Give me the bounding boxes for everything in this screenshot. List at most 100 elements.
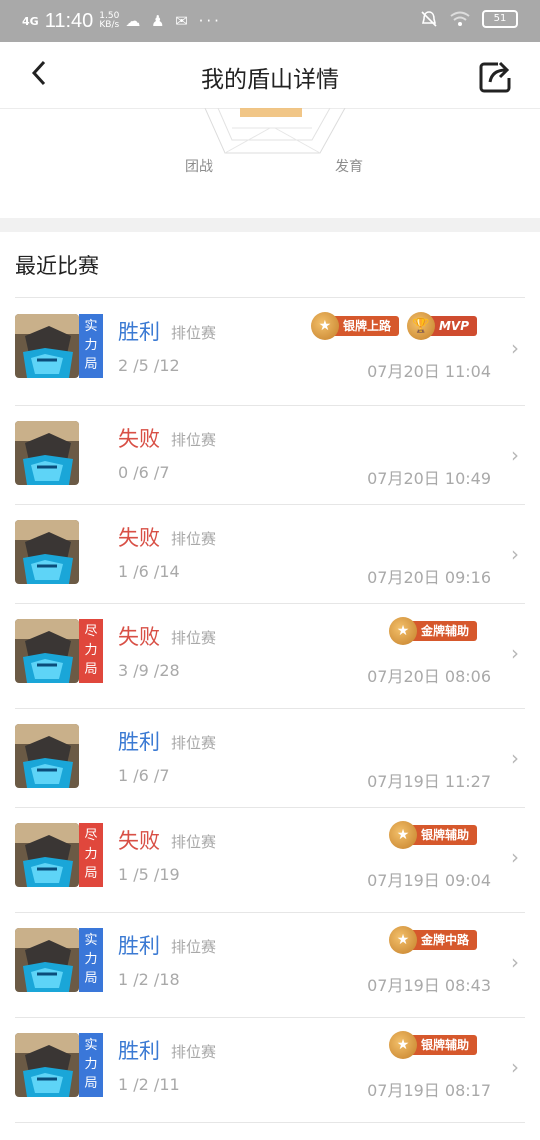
match-mode: 排位赛 (171, 833, 217, 851)
badges: ★ 银牌辅助 (388, 1031, 477, 1059)
chevron-right-icon: › (511, 443, 519, 467)
match-result: 失败 (118, 427, 160, 451)
match-row[interactable]: 尽力局失败 排位赛 1 /5 /19 07月19日 09:04 › ★ 银牌辅助 (15, 807, 525, 913)
match-mode: 排位赛 (171, 431, 217, 449)
match-time: 07月20日 10:49 (367, 469, 491, 488)
kda: 0 /6 /7 (118, 463, 170, 482)
badges: ★ 银牌辅助 (388, 821, 477, 849)
network-speed: 1.50 KB/s (99, 11, 120, 30)
wifi-icon (450, 11, 470, 26)
match-time: 07月20日 08:06 (367, 667, 491, 686)
medal-badge: ★ 银牌辅助 (388, 821, 477, 849)
star-medal-icon: ★ (388, 617, 417, 645)
chevron-right-icon: › (511, 845, 519, 869)
star-medal-icon: ★ (388, 926, 417, 954)
badge-label: 银牌辅助 (410, 825, 477, 845)
match-row[interactable]: 失败 排位赛 0 /6 /7 07月20日 10:49 › (15, 405, 525, 505)
match-tag: 尽力局 (79, 823, 103, 887)
match-time: 07月19日 08:17 (367, 1081, 491, 1100)
battery-indicator: 51 (482, 10, 518, 28)
star-medal-icon: ★ (388, 1031, 417, 1059)
chevron-right-icon: › (511, 1055, 519, 1079)
trophy-icon: 🏆 (406, 312, 435, 340)
hero-avatar (15, 619, 79, 683)
kda: 1 /5 /19 (118, 865, 180, 884)
match-time: 07月20日 11:04 (367, 362, 491, 381)
badge-label: 银牌上路 (332, 316, 399, 336)
match-row[interactable]: 失败 排位赛 1 /6 /14 07月20日 09:16 › (15, 504, 525, 604)
match-row[interactable]: 实力局胜利 排位赛 1 /2 /11 07月19日 08:17 › ★ 银牌辅助 (15, 1017, 525, 1123)
match-mode: 排位赛 (171, 324, 217, 342)
match-result: 失败 (118, 526, 160, 550)
clock: 11:40 (44, 9, 94, 32)
match-mode: 排位赛 (171, 530, 217, 548)
share-icon[interactable] (476, 56, 516, 96)
medal-badge: ★ 金牌辅助 (388, 617, 477, 645)
chevron-right-icon: › (511, 542, 519, 566)
match-result: 失败 (118, 625, 160, 649)
radar-grid (204, 108, 346, 154)
match-time: 07月19日 08:43 (367, 976, 491, 995)
match-time: 07月19日 11:27 (367, 772, 491, 791)
kda: 1 /2 /18 (118, 970, 180, 989)
kda: 1 /6 /14 (118, 562, 180, 581)
match-mode: 排位赛 (171, 629, 217, 647)
match-time: 07月19日 09:04 (367, 871, 491, 890)
hero-avatar (15, 1033, 79, 1097)
star-medal-icon: ★ (388, 821, 417, 849)
title-bar: 我的盾山详情 (0, 42, 540, 109)
hero-avatar (15, 421, 79, 485)
badge-label: MVP (428, 316, 477, 336)
status-bar: 4G 11:40 1.50 KB/s ☁ ♟ ✉ ··· 51 (0, 0, 540, 42)
match-row[interactable]: 胜利 排位赛 1 /6 /7 07月19日 11:27 › (15, 708, 525, 808)
badge-label: 银牌辅助 (410, 1035, 477, 1055)
match-result: 失败 (118, 829, 160, 853)
badge-label: 金牌中路 (410, 930, 477, 950)
ability-radar-chart: 团战 发育 (0, 108, 540, 218)
kda: 1 /6 /7 (118, 766, 170, 785)
radar-label-teamfight: 团战 (185, 159, 213, 175)
match-result: 胜利 (118, 934, 160, 958)
chevron-right-icon: › (511, 950, 519, 974)
match-tag: 尽力局 (79, 619, 103, 683)
star-medal-icon: ★ (310, 312, 339, 340)
match-row[interactable]: 实力局胜利 排位赛 2 /5 /12 07月20日 11:04 › ★ 银牌上路 🏆 M… (15, 298, 525, 406)
match-time: 07月20日 09:16 (367, 568, 491, 587)
kda: 3 /9 /28 (118, 661, 180, 680)
hero-avatar (15, 823, 79, 887)
medal-badge: ★ 金牌中路 (388, 926, 477, 954)
hero-avatar (15, 724, 79, 788)
medal-badge: ★ 银牌辅助 (388, 1031, 477, 1059)
kda: 2 /5 /12 (118, 356, 180, 375)
page-title: 我的盾山详情 (201, 67, 339, 93)
match-tag: 实力局 (79, 928, 103, 992)
section-divider (0, 218, 540, 232)
mute-bell-icon (421, 11, 437, 27)
recent-matches-title: 最近比赛 (15, 254, 99, 278)
badges: ★ 银牌上路 🏆 MVP (310, 312, 477, 340)
hero-avatar (15, 928, 79, 992)
network-indicator: 4G (22, 14, 39, 28)
badges: ★ 金牌辅助 (388, 617, 477, 645)
badges: ★ 金牌中路 (388, 926, 477, 954)
match-result: 胜利 (118, 730, 160, 754)
hero-avatar (15, 314, 79, 378)
match-row[interactable]: 尽力局失败 排位赛 3 /9 /28 07月20日 08:06 › ★ 金牌辅助 (15, 603, 525, 709)
match-result: 胜利 (118, 320, 160, 344)
hero-avatar (15, 520, 79, 584)
match-mode: 排位赛 (171, 938, 217, 956)
match-mode: 排位赛 (171, 734, 217, 752)
medal-badge: ★ 银牌上路 (310, 312, 399, 340)
radar-label-development: 发育 (335, 159, 363, 175)
badge-label: 金牌辅助 (410, 621, 477, 641)
kda: 1 /2 /11 (118, 1075, 180, 1094)
match-tag: 实力局 (79, 314, 103, 378)
chevron-right-icon: › (511, 746, 519, 770)
match-mode: 排位赛 (171, 1043, 217, 1061)
chevron-right-icon: › (511, 641, 519, 665)
mvp-badge: 🏆 MVP (406, 312, 477, 340)
chevron-right-icon: › (511, 336, 519, 360)
match-row[interactable]: 实力局胜利 排位赛 1 /2 /18 07月19日 08:43 › ★ 金牌中路 (15, 912, 525, 1018)
match-result: 胜利 (118, 1039, 160, 1063)
match-tag: 实力局 (79, 1033, 103, 1097)
